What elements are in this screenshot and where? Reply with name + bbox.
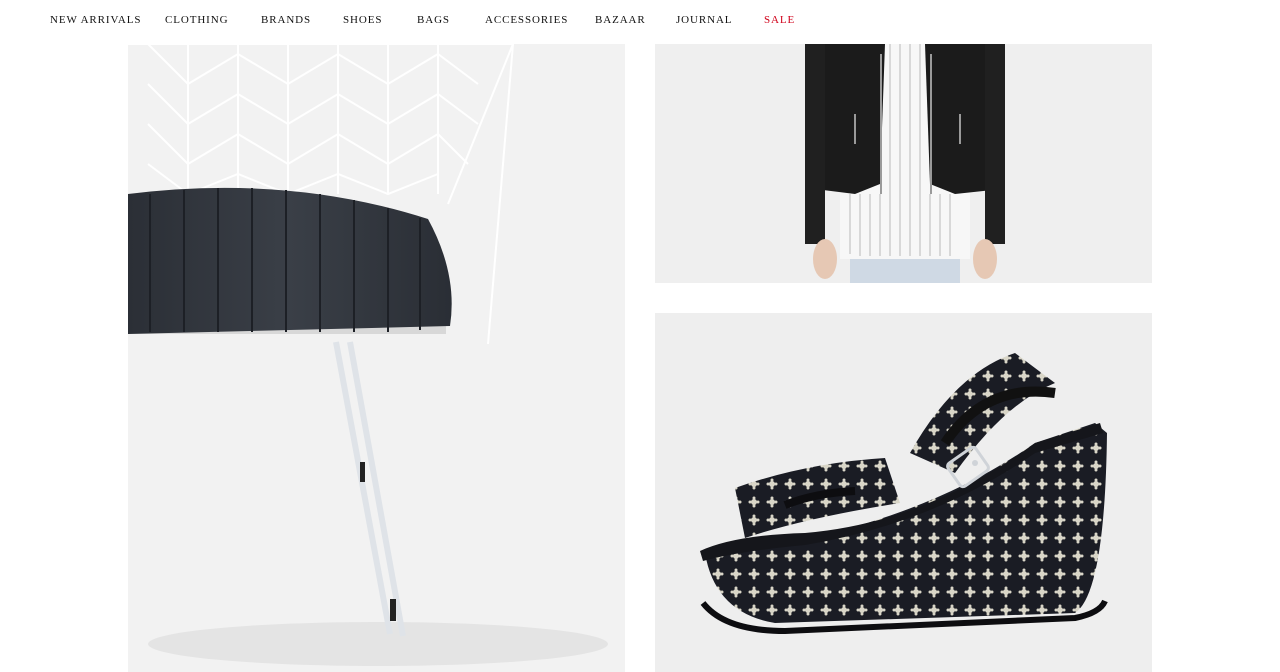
jacket-image [655,44,1152,283]
nav-list: NEW ARRIVALS CLOTHING BRANDS SHOES BAGS … [0,0,1280,44]
nav-shoes[interactable]: SHOES [343,14,382,26]
nav-accessories[interactable]: ACCESSORIES [485,14,568,26]
sandal-image [655,313,1152,672]
nav-new-arrivals[interactable]: NEW ARRIVALS [50,14,141,26]
nav-brands[interactable]: BRANDS [261,14,311,26]
nav-clothing[interactable]: CLOTHING [165,14,228,26]
nav-bazaar[interactable]: BAZAAR [595,14,646,26]
nav-bags[interactable]: BAGS [417,14,450,26]
product-tile-chair[interactable] [128,44,625,672]
main-navigation: NEW ARRIVALS CLOTHING BRANDS SHOES BAGS … [0,0,1280,44]
nav-sale[interactable]: SALE [764,14,795,26]
product-tile-sandal[interactable] [655,313,1152,672]
nav-journal[interactable]: JOURNAL [676,14,732,26]
product-tile-jacket[interactable] [655,44,1152,283]
chair-image [128,44,625,672]
